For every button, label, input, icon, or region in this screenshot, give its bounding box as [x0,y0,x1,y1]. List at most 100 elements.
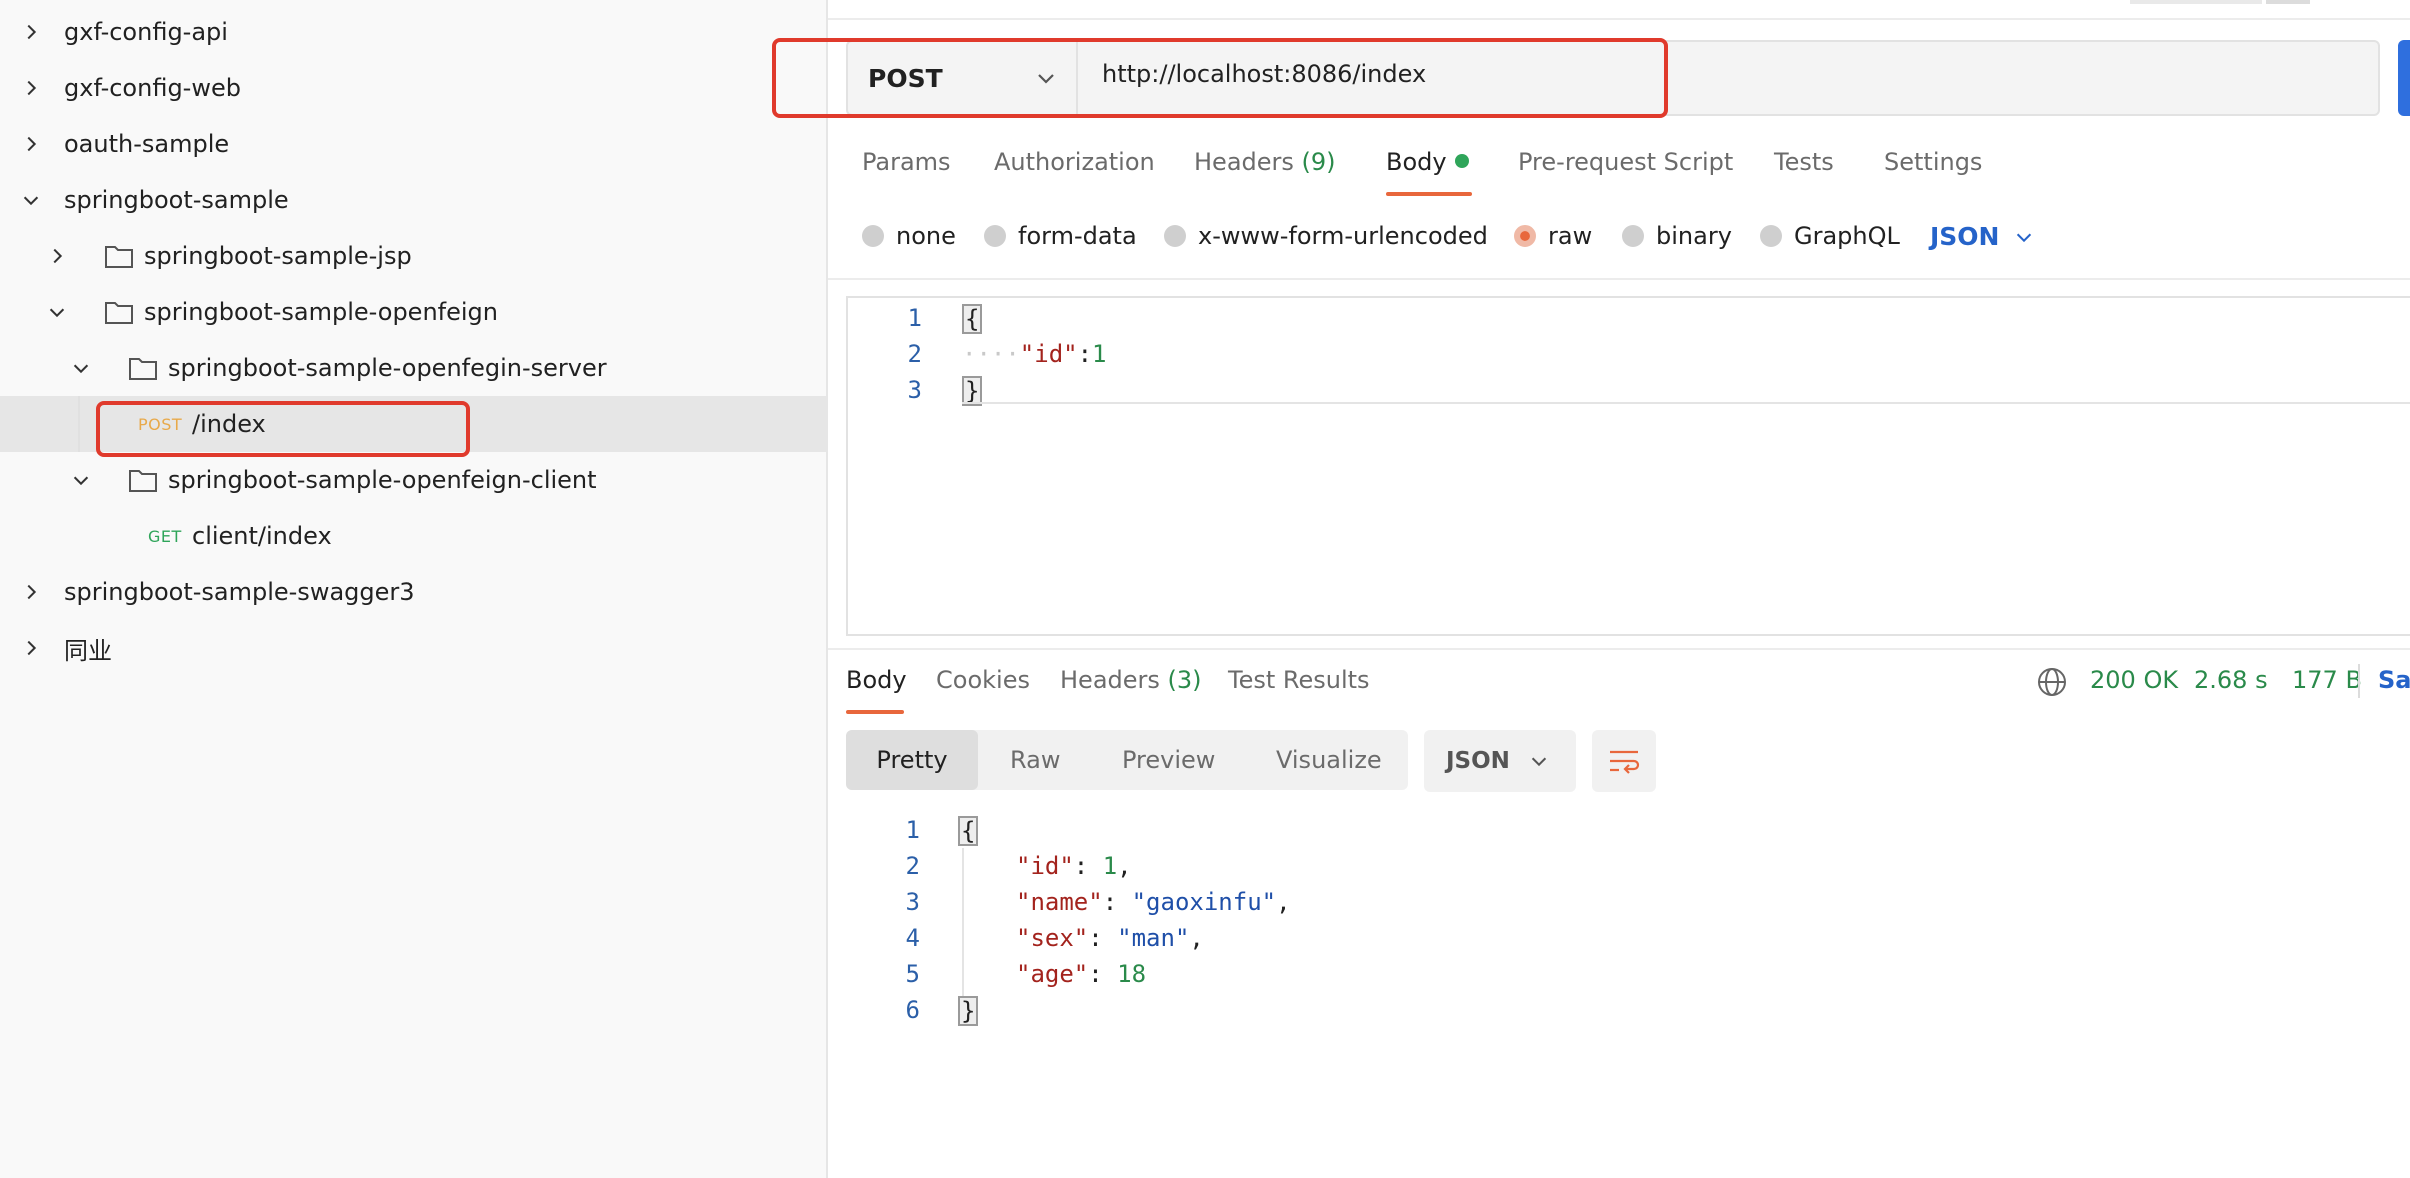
chevron-right-icon[interactable] [18,579,44,605]
status-code[interactable]: 200 OK [2090,666,2178,694]
tree-item-springboot-sample-openfeign[interactable]: springboot-sample-openfeign [0,284,826,340]
active-tab-indicator [846,710,904,714]
code-line: "name": "gaoxinfu", [1016,888,1291,916]
tab-response-body[interactable]: Body [846,666,907,694]
collections-sidebar: gxf-config-api gxf-config-web oauth-samp… [0,0,828,1178]
tab-prerequest-script[interactable]: Pre-request Script [1518,148,1733,176]
tree-item-label: client/index [192,522,332,550]
radio-circle [1622,225,1644,247]
json-key: "age" [1016,960,1089,988]
tree-item-label: /index [192,410,266,438]
radio-label: none [896,222,956,250]
method-badge-get: GET [148,526,182,546]
radio-circle [862,225,884,247]
request-body-editor[interactable]: 1 2 3 { ····"id":1 } [846,296,2410,636]
tab-headers-label: Headers [1060,666,1160,694]
method-select-value: POST [868,63,943,93]
radio-none[interactable]: none [862,222,956,250]
json-value: "man" [1117,924,1190,952]
radio-urlencoded[interactable]: x-www-form-urlencoded [1164,222,1488,250]
view-pretty-button[interactable]: Pretty [846,730,978,790]
tree-item-label: springboot-sample-swagger3 [64,578,415,606]
url-input[interactable] [1102,60,2302,88]
tree-item-label: gxf-config-api [64,18,228,46]
tree-item-gxf-config-web[interactable]: gxf-config-web [0,60,826,116]
code-line: { [962,304,983,334]
chevron-down-icon[interactable] [44,299,70,325]
tree-item-springboot-sample-jsp[interactable]: springboot-sample-jsp [0,228,826,284]
tab-tests[interactable]: Tests [1774,148,1834,176]
tab-settings[interactable]: Settings [1884,148,1982,176]
tree-item-label: 同业 [64,636,112,665]
tab-body[interactable]: Body [1386,148,1469,176]
code-line: "age": 18 [1016,960,1147,988]
headers-count-badge: (9) [1301,148,1336,176]
json-key: "id" [1016,852,1074,880]
tree-item-oauth-sample[interactable]: oauth-sample [0,116,826,172]
tree-item-springboot-sample[interactable]: springboot-sample [0,172,826,228]
tree-item-springboot-sample-swagger3[interactable]: springboot-sample-swagger3 [0,564,826,620]
view-preview-button[interactable]: Preview [1122,730,1215,790]
save-response-button[interactable]: Sav [2378,666,2410,694]
tab-cookies[interactable]: Cookies [936,666,1030,694]
tree-item-tongye[interactable]: 同业 [0,620,826,676]
tab-params[interactable]: Params [862,148,951,176]
response-size[interactable]: 177 B [2292,666,2362,694]
active-tab-indicator [1386,192,1472,196]
divider [828,18,2410,20]
tree-item-label: springboot-sample-jsp [144,242,412,270]
tab-authorization[interactable]: Authorization [994,148,1155,176]
method-badge-post: POST [138,414,183,434]
chevron-right-icon[interactable] [44,243,70,269]
json-key: "id" [1019,340,1078,368]
method-select[interactable]: POST [848,42,1078,114]
chevron-down-icon[interactable] [68,355,94,381]
chevron-down-icon [2017,233,2032,242]
toolbar-edge [2266,0,2310,4]
tree-item-post-index[interactable]: POST /index [0,396,826,452]
response-body-viewer[interactable]: 1 2 3 4 5 6 { "id": 1, "name": "gaoxinfu… [846,812,2386,1042]
wrap-lines-button[interactable] [1592,730,1656,792]
line-number: 2 [905,852,920,880]
json-colon: : [1077,340,1093,368]
response-format-select[interactable]: JSON [1424,730,1576,792]
tree-item-springboot-sample-openfeign-client[interactable]: springboot-sample-openfeign-client [0,452,826,508]
tab-headers[interactable]: Headers (9) [1194,148,1336,176]
response-time[interactable]: 2.68 s [2194,666,2268,694]
radio-label: form-data [1018,222,1137,250]
tree-item-get-client-index[interactable]: GET client/index [0,508,826,564]
radio-binary[interactable]: binary [1622,222,1732,250]
url-bar: POST [846,40,2380,116]
radio-label: binary [1656,222,1732,250]
radio-label: GraphQL [1794,222,1900,250]
tree-item-gxf-config-api[interactable]: gxf-config-api [0,4,826,60]
tab-response-headers[interactable]: Headers (3) [1060,666,1202,694]
chevron-right-icon[interactable] [18,75,44,101]
line-number: 6 [905,996,920,1024]
chevron-right-icon[interactable] [18,19,44,45]
globe-icon[interactable] [2036,666,2068,698]
wrap-lines-icon [1610,750,1640,774]
view-visualize-button[interactable]: Visualize [1276,730,1382,790]
line-number: 4 [905,924,920,952]
chevron-down-icon [1531,757,1547,767]
body-format-select[interactable]: JSON [1930,222,2035,251]
radio-circle [1760,225,1782,247]
tab-test-results[interactable]: Test Results [1228,666,1370,694]
chevron-down-icon[interactable] [68,467,94,493]
chevron-right-icon[interactable] [18,131,44,157]
view-raw-button[interactable]: Raw [1010,730,1060,790]
radio-graphql[interactable]: GraphQL [1760,222,1900,250]
chevron-right-icon[interactable] [18,635,44,661]
radio-circle [1164,225,1186,247]
body-format-value: JSON [1930,222,2000,251]
indent-guide [962,848,964,996]
tree-guide-line [78,396,80,452]
send-button[interactable] [2398,40,2410,116]
radio-form-data[interactable]: form-data [984,222,1137,250]
tree-item-label: oauth-sample [64,130,230,158]
radio-circle [984,225,1006,247]
tree-item-springboot-sample-openfegin-server[interactable]: springboot-sample-openfegin-server [0,340,826,396]
radio-raw[interactable]: raw [1514,222,1592,250]
chevron-down-icon[interactable] [18,187,44,213]
